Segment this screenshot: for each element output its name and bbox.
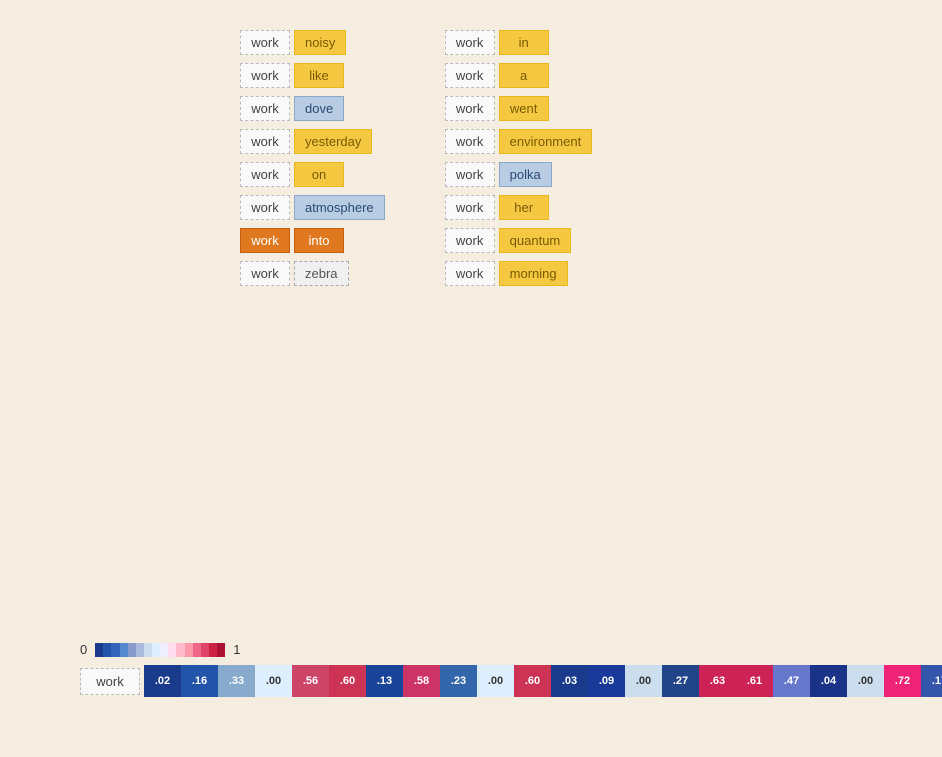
color-cell[interactable]: .03 (551, 665, 588, 697)
pair-word[interactable]: polka (499, 162, 552, 187)
work-word[interactable]: work (240, 96, 290, 121)
pair-word[interactable]: went (499, 96, 549, 121)
word-pair: workin (445, 30, 593, 55)
pair-word[interactable]: dove (294, 96, 344, 121)
word-pair: worka (445, 63, 593, 88)
word-pair: worklike (240, 63, 385, 88)
main-content: worknoisyworklikeworkdoveworkyesterdaywo… (0, 0, 942, 286)
legend-segment (128, 643, 136, 657)
work-word[interactable]: work (445, 261, 495, 286)
work-word[interactable]: work (445, 228, 495, 253)
legend-segment (209, 643, 217, 657)
legend-segment (168, 643, 176, 657)
color-cell[interactable]: .16 (181, 665, 218, 697)
work-word[interactable]: work (240, 30, 290, 55)
legend-segment (217, 643, 225, 657)
pair-word[interactable]: her (499, 195, 549, 220)
pair-word[interactable]: in (499, 30, 549, 55)
work-word[interactable]: work (445, 63, 495, 88)
legend-segment (193, 643, 201, 657)
work-label[interactable]: work (80, 668, 140, 695)
color-cells: .02.16.33.00.56.60.13.58.23.00.60.03.09.… (144, 665, 942, 697)
color-cell[interactable]: .60 (514, 665, 551, 697)
color-cell[interactable]: .56 (292, 665, 329, 697)
word-pair: workinto (240, 228, 385, 253)
pair-word[interactable]: like (294, 63, 344, 88)
legend-segment (176, 643, 184, 657)
color-cell[interactable]: .47 (773, 665, 810, 697)
bottom-section: 0 1 work .02.16.33.00.56.60.13.58.23.00.… (80, 642, 942, 697)
legend: 0 1 (80, 642, 942, 657)
color-cell[interactable]: .63 (699, 665, 736, 697)
word-pair: workwent (445, 96, 593, 121)
legend-segment (144, 643, 152, 657)
legend-segment (95, 643, 103, 657)
color-cell[interactable]: .17 (921, 665, 942, 697)
legend-segment (160, 643, 168, 657)
legend-segment (152, 643, 160, 657)
word-pair: workzebra (240, 261, 385, 286)
pair-word[interactable]: into (294, 228, 344, 253)
pair-word[interactable]: yesterday (294, 129, 372, 154)
work-word[interactable]: work (240, 162, 290, 187)
color-cell[interactable]: .00 (847, 665, 884, 697)
work-word[interactable]: work (445, 96, 495, 121)
legend-segment (201, 643, 209, 657)
word-pair: workdove (240, 96, 385, 121)
word-pair: workpolka (445, 162, 593, 187)
color-cell[interactable]: .33 (218, 665, 255, 697)
work-word[interactable]: work (445, 195, 495, 220)
right-column: workinworkaworkwentworkenvironmentworkpo… (445, 30, 593, 286)
word-pair: workyesterday (240, 129, 385, 154)
work-word[interactable]: work (240, 228, 290, 253)
color-cell[interactable]: .72 (884, 665, 921, 697)
color-cell[interactable]: .61 (736, 665, 773, 697)
color-cell[interactable]: .27 (662, 665, 699, 697)
color-cell[interactable]: .00 (477, 665, 514, 697)
word-pair: workher (445, 195, 593, 220)
pair-word[interactable]: atmosphere (294, 195, 385, 220)
word-pair: workatmosphere (240, 195, 385, 220)
legend-max: 1 (233, 642, 240, 657)
pair-word[interactable]: on (294, 162, 344, 187)
legend-segment (136, 643, 144, 657)
color-cell[interactable]: .00 (625, 665, 662, 697)
color-cell[interactable]: .58 (403, 665, 440, 697)
left-column: worknoisyworklikeworkdoveworkyesterdaywo… (240, 30, 385, 286)
color-bar-container: work .02.16.33.00.56.60.13.58.23.00.60.0… (80, 665, 942, 697)
word-pair: workmorning (445, 261, 593, 286)
legend-min: 0 (80, 642, 87, 657)
legend-gradient (95, 643, 225, 657)
work-word[interactable]: work (240, 63, 290, 88)
word-pair: worknoisy (240, 30, 385, 55)
color-cell[interactable]: .23 (440, 665, 477, 697)
legend-segment (185, 643, 193, 657)
pair-word[interactable]: noisy (294, 30, 346, 55)
color-cell[interactable]: .09 (588, 665, 625, 697)
color-cell[interactable]: .60 (329, 665, 366, 697)
work-word[interactable]: work (445, 129, 495, 154)
color-cell[interactable]: .00 (255, 665, 292, 697)
work-word[interactable]: work (445, 162, 495, 187)
word-pair: workquantum (445, 228, 593, 253)
color-cell[interactable]: .04 (810, 665, 847, 697)
word-pair: workon (240, 162, 385, 187)
work-word[interactable]: work (240, 129, 290, 154)
work-word[interactable]: work (240, 195, 290, 220)
legend-segment (120, 643, 128, 657)
pair-word[interactable]: morning (499, 261, 568, 286)
work-word[interactable]: work (240, 261, 290, 286)
pair-word[interactable]: quantum (499, 228, 572, 253)
pair-word[interactable]: zebra (294, 261, 349, 286)
legend-segment (103, 643, 111, 657)
pair-word[interactable]: a (499, 63, 549, 88)
pair-word[interactable]: environment (499, 129, 593, 154)
color-cell[interactable]: .13 (366, 665, 403, 697)
color-cell[interactable]: .02 (144, 665, 181, 697)
work-word[interactable]: work (445, 30, 495, 55)
word-pair: workenvironment (445, 129, 593, 154)
legend-segment (111, 643, 119, 657)
